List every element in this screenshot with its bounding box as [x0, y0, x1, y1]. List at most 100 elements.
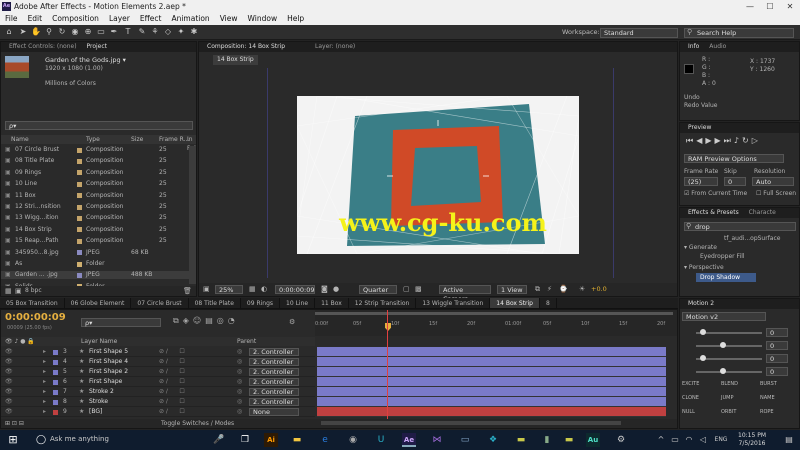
- resolution-select-preview[interactable]: Auto: [752, 177, 794, 186]
- tab-audio[interactable]: Audio: [705, 42, 730, 52]
- expand-arrow-icon[interactable]: ▸: [43, 357, 46, 367]
- parent-select[interactable]: 2. Controller: [249, 358, 299, 366]
- layer-duration-bar[interactable]: [317, 407, 666, 417]
- maximize-button[interactable]: ☐: [760, 0, 780, 13]
- layer-row[interactable]: 👁 ▸ 5 ★ First Shape 2 ⊘ ∕ ☐ ◎ 2. Controller: [1, 367, 315, 377]
- exposure-icon[interactable]: ☀: [579, 285, 585, 293]
- layer-switches[interactable]: ⊘ ∕ ☐: [159, 407, 185, 417]
- project-item[interactable]: ▣ 10 Line Composition 25: [1, 180, 189, 188]
- column-size[interactable]: Size: [131, 135, 143, 144]
- expand-arrow-icon[interactable]: ▸: [43, 397, 46, 407]
- parent-select[interactable]: None: [249, 408, 299, 416]
- menu-animation[interactable]: Animation: [166, 13, 214, 25]
- layer-label-color[interactable]: [53, 369, 58, 375]
- selection-tool-icon[interactable]: ➤: [18, 27, 28, 37]
- project-item[interactable]: ▣ 09 Rings Composition 25: [1, 169, 189, 177]
- frame-blending-icon[interactable]: ▤: [205, 316, 217, 325]
- layer-label-color[interactable]: [53, 379, 58, 385]
- skip-field[interactable]: 0: [724, 177, 746, 186]
- project-search-input[interactable]: ρ▾: [5, 121, 193, 130]
- column-frame-rate[interactable]: Frame R...: [159, 135, 189, 144]
- puppet-tool-icon[interactable]: ✱: [189, 27, 199, 37]
- timeline-tab[interactable]: 11 Box: [315, 298, 349, 308]
- timeline-tab[interactable]: 06 Globe Element: [65, 298, 132, 308]
- pickwhip-icon[interactable]: ◎: [237, 347, 242, 357]
- timeline-ruler[interactable]: 0:00f 05f 10f 15f 20f 01:00f 05f 10f 15f 20f: [315, 310, 677, 336]
- motion-blur-icon[interactable]: ◎: [217, 316, 228, 325]
- layer-duration-bar[interactable]: [317, 387, 666, 397]
- rectangle-tool-icon[interactable]: ▭: [96, 27, 106, 37]
- full-screen-checkbox[interactable]: ☐ Full Screen: [756, 190, 796, 197]
- motion-slider-handle[interactable]: [720, 342, 726, 348]
- trash-icon[interactable]: 🗑: [183, 287, 192, 295]
- item-label-color[interactable]: [77, 181, 82, 187]
- shy-layers-icon[interactable]: ☺: [193, 316, 205, 325]
- project-scrollbar[interactable]: [189, 146, 196, 284]
- project-item[interactable]: ▣ 14 Box Strip Composition 25: [1, 226, 189, 234]
- project-item[interactable]: ▣ 08 Title Plate Composition 25: [1, 157, 189, 165]
- motion-action-button[interactable]: NAME: [760, 395, 775, 401]
- layer-switches[interactable]: ⊘ ∕ ☐: [159, 387, 185, 397]
- language-indicator[interactable]: ENG: [712, 433, 730, 447]
- project-item[interactable]: ▣ Garden ... .jpg JPEG 488 KB: [1, 271, 189, 280]
- item-label-color[interactable]: [77, 204, 82, 210]
- project-item[interactable]: ▣ 12 Stri...nsition Composition 25: [1, 203, 189, 211]
- toggle-switches-modes[interactable]: Toggle Switches / Modes: [161, 420, 234, 427]
- wifi-icon[interactable]: ◠: [682, 433, 696, 447]
- layer-name[interactable]: First Shape 5: [89, 347, 128, 357]
- pan-behind-tool-icon[interactable]: ⊕: [83, 27, 93, 37]
- layer-name[interactable]: Stroke: [89, 397, 108, 407]
- layer-name[interactable]: First Shape 4: [89, 357, 128, 367]
- layer-switches[interactable]: ⊘ ∕ ☐: [159, 367, 185, 377]
- work-area-bar[interactable]: [315, 312, 673, 315]
- effect-group-generate[interactable]: ▾ Generate: [684, 244, 717, 251]
- effect-plugin-item[interactable]: tf_audi...opSurface: [724, 235, 780, 242]
- motion-action-button[interactable]: ORBIT: [721, 409, 736, 415]
- camera-tool-icon[interactable]: ◉: [70, 27, 80, 37]
- hand-tool-icon[interactable]: ✋: [31, 27, 41, 37]
- motion-action-button[interactable]: BLEND: [721, 381, 738, 387]
- last-frame-icon[interactable]: ⏭: [724, 136, 734, 145]
- next-frame-icon[interactable]: ▶: [715, 136, 724, 145]
- layer-row[interactable]: 👁 ▸ 9 ★ [BG] ⊘ ∕ ☐ ◎ None: [1, 407, 315, 417]
- project-item[interactable]: ▣ 13 Wigg...ition Composition 25: [1, 214, 189, 222]
- timeline-tab[interactable]: 09 Rings: [241, 298, 281, 308]
- item-label-color[interactable]: [77, 147, 82, 153]
- parent-select[interactable]: 2. Controller: [249, 368, 299, 376]
- visibility-eye-icon[interactable]: 👁: [5, 387, 13, 397]
- playhead-line[interactable]: [387, 310, 388, 419]
- toggle-columns-icons[interactable]: ⊞ ⊡ ⊟: [5, 420, 24, 427]
- layer-duration-bar[interactable]: [317, 347, 666, 357]
- home-icon[interactable]: ⌂: [4, 27, 14, 37]
- motion-slider-handle[interactable]: [700, 329, 706, 335]
- motion-value-field[interactable]: 0: [766, 354, 788, 363]
- transparency-grid-icon[interactable]: ▩: [415, 285, 422, 293]
- av-features-icon[interactable]: 👁 ♪ ● 🔒: [5, 337, 35, 346]
- photos-app-icon[interactable]: ▭: [458, 433, 472, 447]
- effect-drop-shadow[interactable]: Drop Shadow: [696, 273, 756, 282]
- layer-row[interactable]: 👁 ▸ 6 ★ First Shape ⊘ ∕ ☐ ◎ 2. Controller: [1, 377, 315, 387]
- interpret-footage-icon[interactable]: ▦: [5, 287, 12, 295]
- draft-3d-icon[interactable]: ◈: [183, 316, 193, 325]
- timeline-tab[interactable]: 14 Box Strip: [490, 298, 540, 308]
- layer-label-color[interactable]: [53, 359, 58, 365]
- expand-arrow-icon[interactable]: ▸: [43, 347, 46, 357]
- app-u-icon[interactable]: U: [374, 433, 388, 447]
- motion-slider-track[interactable]: [696, 371, 762, 373]
- timeline-tab[interactable]: 13 Wiggle Transition: [416, 298, 491, 308]
- timeline-current-time[interactable]: 0:00:00:09: [5, 312, 66, 323]
- parent-select[interactable]: 2. Controller: [249, 388, 299, 396]
- layer-name[interactable]: First Shape 2: [89, 367, 128, 377]
- expand-arrow-icon[interactable]: ▸: [43, 387, 46, 397]
- timeline-tab[interactable]: 08 Title Plate: [189, 298, 241, 308]
- layer-row[interactable]: 👁 ▸ 3 ★ First Shape 5 ⊘ ∕ ☐ ◎ 2. Controller: [1, 347, 315, 357]
- menu-window[interactable]: Window: [243, 13, 283, 25]
- audio-icon[interactable]: ♪: [734, 136, 742, 145]
- text-tool-icon[interactable]: T: [123, 27, 133, 37]
- after-effects-taskbar-icon[interactable]: Ae: [402, 433, 416, 447]
- visibility-eye-icon[interactable]: 👁: [5, 397, 13, 407]
- effect-eyedropper-fill[interactable]: Eyedropper Fill: [700, 253, 745, 260]
- motion-slider-track[interactable]: [696, 345, 762, 347]
- item-label-color[interactable]: [77, 158, 82, 164]
- menu-help[interactable]: Help: [282, 13, 309, 25]
